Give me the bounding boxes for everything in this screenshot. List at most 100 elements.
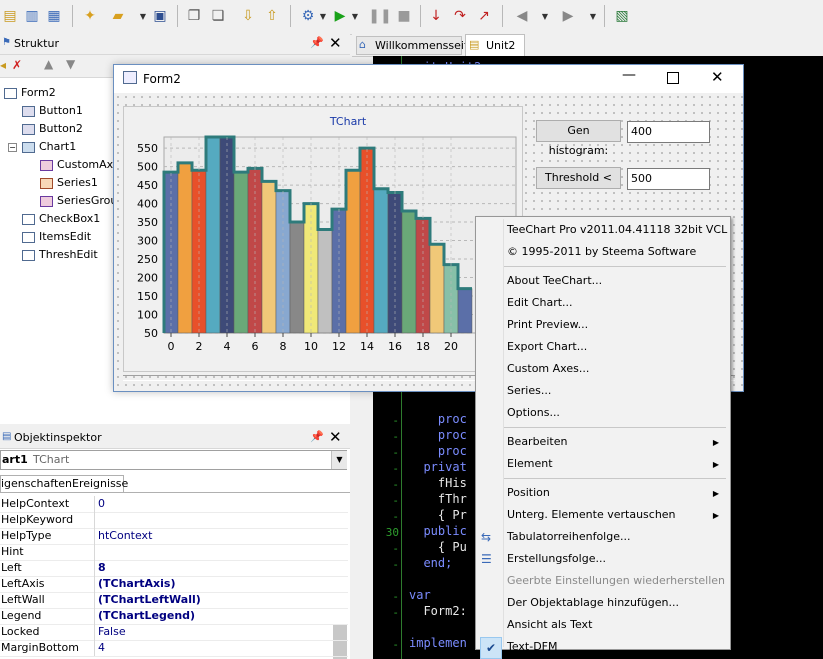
bar bbox=[177, 162, 193, 334]
bar bbox=[317, 229, 333, 334]
property-value[interactable]: (TChartLegend) bbox=[98, 608, 195, 624]
menu-item[interactable]: Tabulatorreihenfolge... ⇆ bbox=[477, 526, 727, 548]
property-row[interactable]: Locked False bbox=[0, 624, 348, 641]
pin-icon[interactable]: 📌 bbox=[310, 430, 324, 443]
property-row[interactable]: Legend (TChartLegend) bbox=[0, 608, 348, 625]
property-value[interactable]: htContext bbox=[98, 528, 152, 544]
save-icon[interactable]: ▦ bbox=[44, 6, 64, 26]
menu-item[interactable]: Series... bbox=[477, 380, 727, 402]
menu-item[interactable]: Text-DFM ✔ bbox=[477, 636, 727, 659]
copy-icon[interactable]: ❐ bbox=[184, 6, 204, 26]
menu-item[interactable]: TeeChart Pro v2011.04.41118 32bit VCL bbox=[477, 219, 727, 241]
property-value[interactable]: False bbox=[98, 624, 126, 640]
creation-order-icon: ☰ bbox=[481, 552, 492, 566]
tree-item-button2[interactable]: Button2 bbox=[22, 120, 83, 138]
property-row[interactable]: MarginBottom 4 bbox=[0, 640, 348, 657]
property-name: HelpContext bbox=[1, 497, 70, 510]
x-tick-label: 18 bbox=[416, 340, 430, 353]
tree-item-customaxes[interactable]: CustomAxe bbox=[40, 156, 120, 174]
tree-item-itemsedit[interactable]: ItemsEdit bbox=[22, 228, 91, 246]
property-row[interactable]: Hint bbox=[0, 544, 348, 561]
menu-item[interactable]: Print Preview... bbox=[477, 314, 727, 336]
property-row[interactable]: HelpContext 0 bbox=[0, 496, 348, 513]
tree-item-checkbox1[interactable]: CheckBox1 bbox=[22, 210, 100, 228]
menu-item[interactable]: Options... bbox=[477, 402, 727, 424]
maximize-icon[interactable] bbox=[667, 72, 679, 84]
property-row[interactable]: Left 8 bbox=[0, 560, 348, 577]
menu-item[interactable]: Element ▶ bbox=[477, 453, 727, 475]
chevron-down-icon[interactable]: ▼ bbox=[331, 451, 347, 469]
menu-item[interactable]: © 1995-2011 by Steema Software bbox=[477, 241, 727, 263]
tree-item-chart1[interactable]: Chart1 bbox=[22, 138, 76, 156]
menu-item-label: Bearbeiten bbox=[507, 435, 568, 448]
code-line: fHis bbox=[409, 476, 467, 490]
property-row[interactable]: HelpType htContext bbox=[0, 528, 348, 545]
property-row[interactable]: HelpKeyword bbox=[0, 512, 348, 529]
chevron-down-icon[interactable]: ▼ bbox=[350, 6, 360, 26]
collapse-icon[interactable]: − bbox=[8, 143, 17, 152]
chart1[interactable]: TChart 50 100 150 200 250 300 350 400 450 500 550 0 2… bbox=[123, 106, 523, 372]
open-icon[interactable]: ▥ bbox=[22, 6, 42, 26]
new-icon[interactable]: ▤ bbox=[0, 6, 20, 26]
property-value[interactable]: 8 bbox=[98, 560, 106, 576]
paste-icon[interactable]: ❏ bbox=[208, 6, 228, 26]
menu-item-label: TeeChart Pro v2011.04.41118 32bit VCL bbox=[507, 223, 728, 236]
export-icon[interactable]: ⇧ bbox=[262, 6, 282, 26]
open-project-icon[interactable]: ✦ bbox=[80, 6, 100, 26]
menu-item[interactable]: Export Chart... bbox=[477, 336, 727, 358]
filter-icon[interactable]: ◂ bbox=[0, 58, 6, 72]
close-icon[interactable]: ✕ bbox=[329, 34, 342, 52]
property-row[interactable]: LeftWall (TChartLeftWall) bbox=[0, 592, 348, 609]
close-icon[interactable]: ✕ bbox=[329, 428, 342, 446]
property-row[interactable]: LeftAxis (TChartAxis) bbox=[0, 576, 348, 593]
tab-events[interactable]: Ereignisse bbox=[68, 475, 128, 492]
arrow-up-icon[interactable]: ▲ bbox=[44, 57, 53, 71]
menu-item[interactable]: Edit Chart... bbox=[477, 292, 727, 314]
menu-item[interactable]: Geerbte Einstellungen wiederherstellen bbox=[477, 570, 727, 592]
property-divider bbox=[94, 624, 95, 640]
tree-item-seriesgroups[interactable]: SeriesGroup bbox=[40, 192, 124, 210]
code-line: { Pu bbox=[409, 540, 467, 554]
menu-item[interactable]: About TeeChart... bbox=[477, 270, 727, 292]
minimize-icon[interactable]: — bbox=[622, 67, 636, 83]
tree-item-button1[interactable]: Button1 bbox=[22, 102, 83, 120]
tree-item-series1[interactable]: Series1 bbox=[40, 174, 98, 192]
menu-item[interactable]: Bearbeiten ▶ bbox=[477, 431, 727, 453]
run-icon[interactable]: ▶ bbox=[330, 6, 350, 26]
items-edit-field[interactable]: 400 bbox=[627, 121, 710, 143]
menu-item[interactable]: Ansicht als Text bbox=[477, 614, 727, 636]
menu-item[interactable]: Erstellungsfolge... ☰ bbox=[477, 548, 727, 570]
tree-item-form2[interactable]: Form2 bbox=[4, 84, 56, 102]
property-value[interactable]: (TChartLeftWall) bbox=[98, 592, 201, 608]
pin-icon[interactable]: 📌 bbox=[310, 36, 324, 49]
property-value[interactable]: 4 bbox=[98, 640, 105, 656]
gear-icon[interactable]: ⚙ bbox=[298, 6, 318, 26]
folder-icon[interactable]: ▰ bbox=[108, 6, 128, 26]
close-icon[interactable]: ✕ bbox=[711, 68, 724, 86]
save-all-icon[interactable]: ▣ bbox=[150, 6, 170, 26]
structure-icon: ⚑ bbox=[2, 37, 11, 48]
thresh-edit-field[interactable]: 500 bbox=[627, 168, 710, 190]
bar bbox=[233, 171, 249, 334]
gen-histogram-button[interactable]: Gen histogram: bbox=[536, 120, 621, 157]
tree-label: Series1 bbox=[57, 176, 98, 189]
property-value[interactable]: (TChartAxis) bbox=[98, 576, 176, 592]
menu-item[interactable]: Position ▶ bbox=[477, 482, 727, 504]
chevron-down-icon[interactable]: ▼ bbox=[318, 6, 328, 26]
menu-item[interactable]: Custom Axes... bbox=[477, 358, 727, 380]
code-line: { Pr bbox=[409, 508, 467, 522]
line-marker: - bbox=[392, 414, 399, 427]
tree-item-threshedit[interactable]: ThreshEdit bbox=[22, 246, 98, 264]
threshold-button[interactable]: Threshold < bbox=[536, 167, 621, 189]
menu-item[interactable]: Der Objektablage hinzufügen... bbox=[477, 592, 727, 614]
menu-item[interactable]: Unterg. Elemente vertauschen ▶ bbox=[477, 504, 727, 526]
tree-label: Button2 bbox=[39, 122, 83, 135]
property-divider bbox=[94, 576, 95, 592]
delete-icon[interactable]: ✗ bbox=[12, 58, 22, 72]
import-icon[interactable]: ⇩ bbox=[238, 6, 258, 26]
line-marker: - bbox=[392, 446, 399, 459]
property-value[interactable]: 0 bbox=[98, 496, 105, 512]
component-selector[interactable]: art1 TChart ▼ bbox=[0, 450, 347, 470]
chevron-down-icon[interactable]: ▼ bbox=[138, 6, 148, 26]
arrow-down-icon[interactable]: ▼ bbox=[66, 57, 75, 71]
